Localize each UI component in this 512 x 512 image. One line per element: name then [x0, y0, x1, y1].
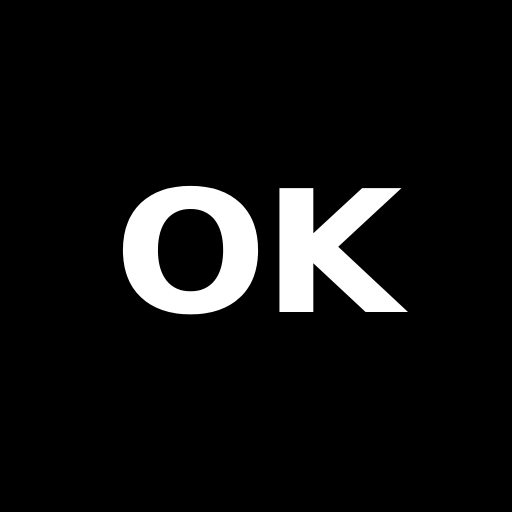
ok-canvas: OK [0, 0, 512, 512]
ok-label: OK [113, 155, 403, 353]
